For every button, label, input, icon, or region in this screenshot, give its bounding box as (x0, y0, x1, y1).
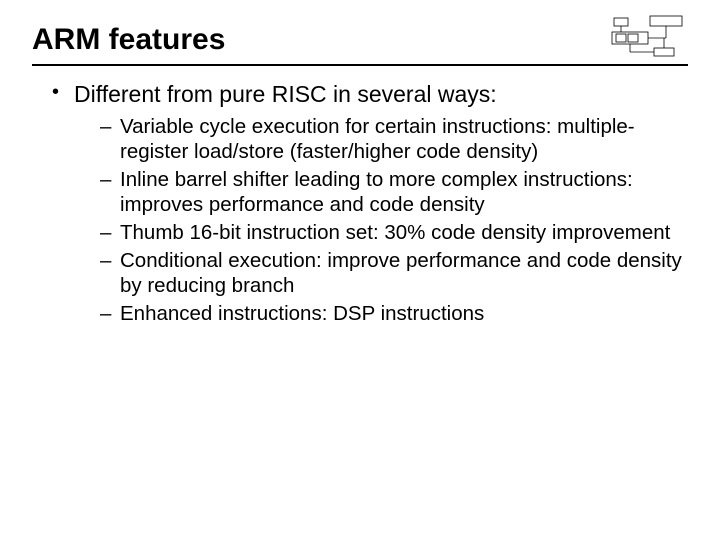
list-item: Thumb 16-bit instruction set: 30% code d… (104, 220, 688, 245)
list-item-text: Thumb 16-bit instruction set: 30% code d… (120, 221, 670, 244)
list-item: Enhanced instructions: DSP instructions (104, 301, 688, 326)
list-item: Variable cycle execution for certain ins… (104, 114, 688, 164)
slide-body: Different from pure RISC in several ways… (32, 80, 688, 326)
list-item: Inline barrel shifter leading to more co… (104, 167, 688, 217)
slide-title: ARM features (32, 22, 225, 62)
bullet-list-level1: Different from pure RISC in several ways… (32, 80, 688, 326)
list-item-text: Inline barrel shifter leading to more co… (120, 168, 633, 216)
slide: ARM features Different (0, 0, 720, 540)
horizontal-rule (32, 64, 688, 66)
bullet-list-level2: Variable cycle execution for certain ins… (74, 114, 688, 326)
list-item-text: Different from pure RISC in several ways… (74, 81, 497, 107)
list-item-text: Enhanced instructions: DSP instructions (120, 302, 484, 325)
list-item-text: Conditional execution: improve performan… (120, 249, 682, 297)
list-item: Different from pure RISC in several ways… (56, 80, 688, 326)
title-row: ARM features (32, 14, 688, 62)
list-item: Conditional execution: improve performan… (104, 248, 688, 298)
block-diagram-icon (610, 14, 688, 60)
list-item-text: Variable cycle execution for certain ins… (120, 115, 635, 163)
